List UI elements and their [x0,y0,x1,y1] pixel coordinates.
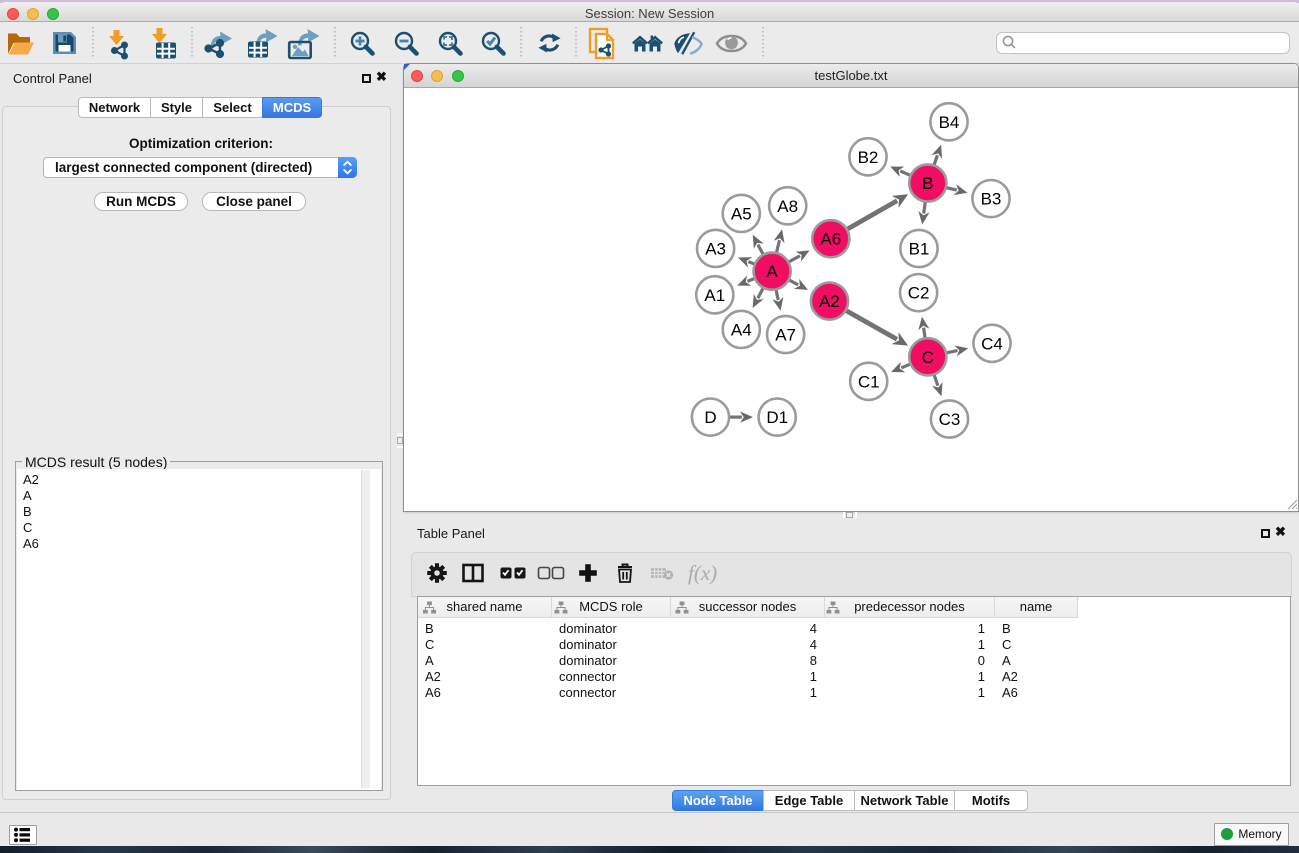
svg-text:C3: C3 [939,410,961,429]
svg-text:C: C [922,348,934,367]
svg-text:B4: B4 [939,113,960,132]
svg-text:C1: C1 [858,372,880,391]
svg-text:f(x): f(x) [688,561,717,585]
svg-text:A5: A5 [731,204,752,223]
svg-text:B2: B2 [858,148,879,167]
svg-text:B: B [922,174,933,193]
svg-text:A4: A4 [731,320,752,339]
svg-text:A6: A6 [820,230,841,249]
svg-text:A7: A7 [775,326,796,345]
svg-text:D1: D1 [766,408,788,427]
svg-text:A: A [766,262,778,281]
svg-text:D: D [704,408,716,427]
svg-text:A2: A2 [819,292,840,311]
svg-text:A3: A3 [705,239,726,258]
svg-text:B3: B3 [981,190,1002,209]
svg-text:C4: C4 [981,334,1003,353]
svg-text:A1: A1 [704,286,725,305]
svg-text:B1: B1 [909,240,930,259]
svg-text:C2: C2 [908,284,930,303]
svg-text:A8: A8 [777,197,798,216]
